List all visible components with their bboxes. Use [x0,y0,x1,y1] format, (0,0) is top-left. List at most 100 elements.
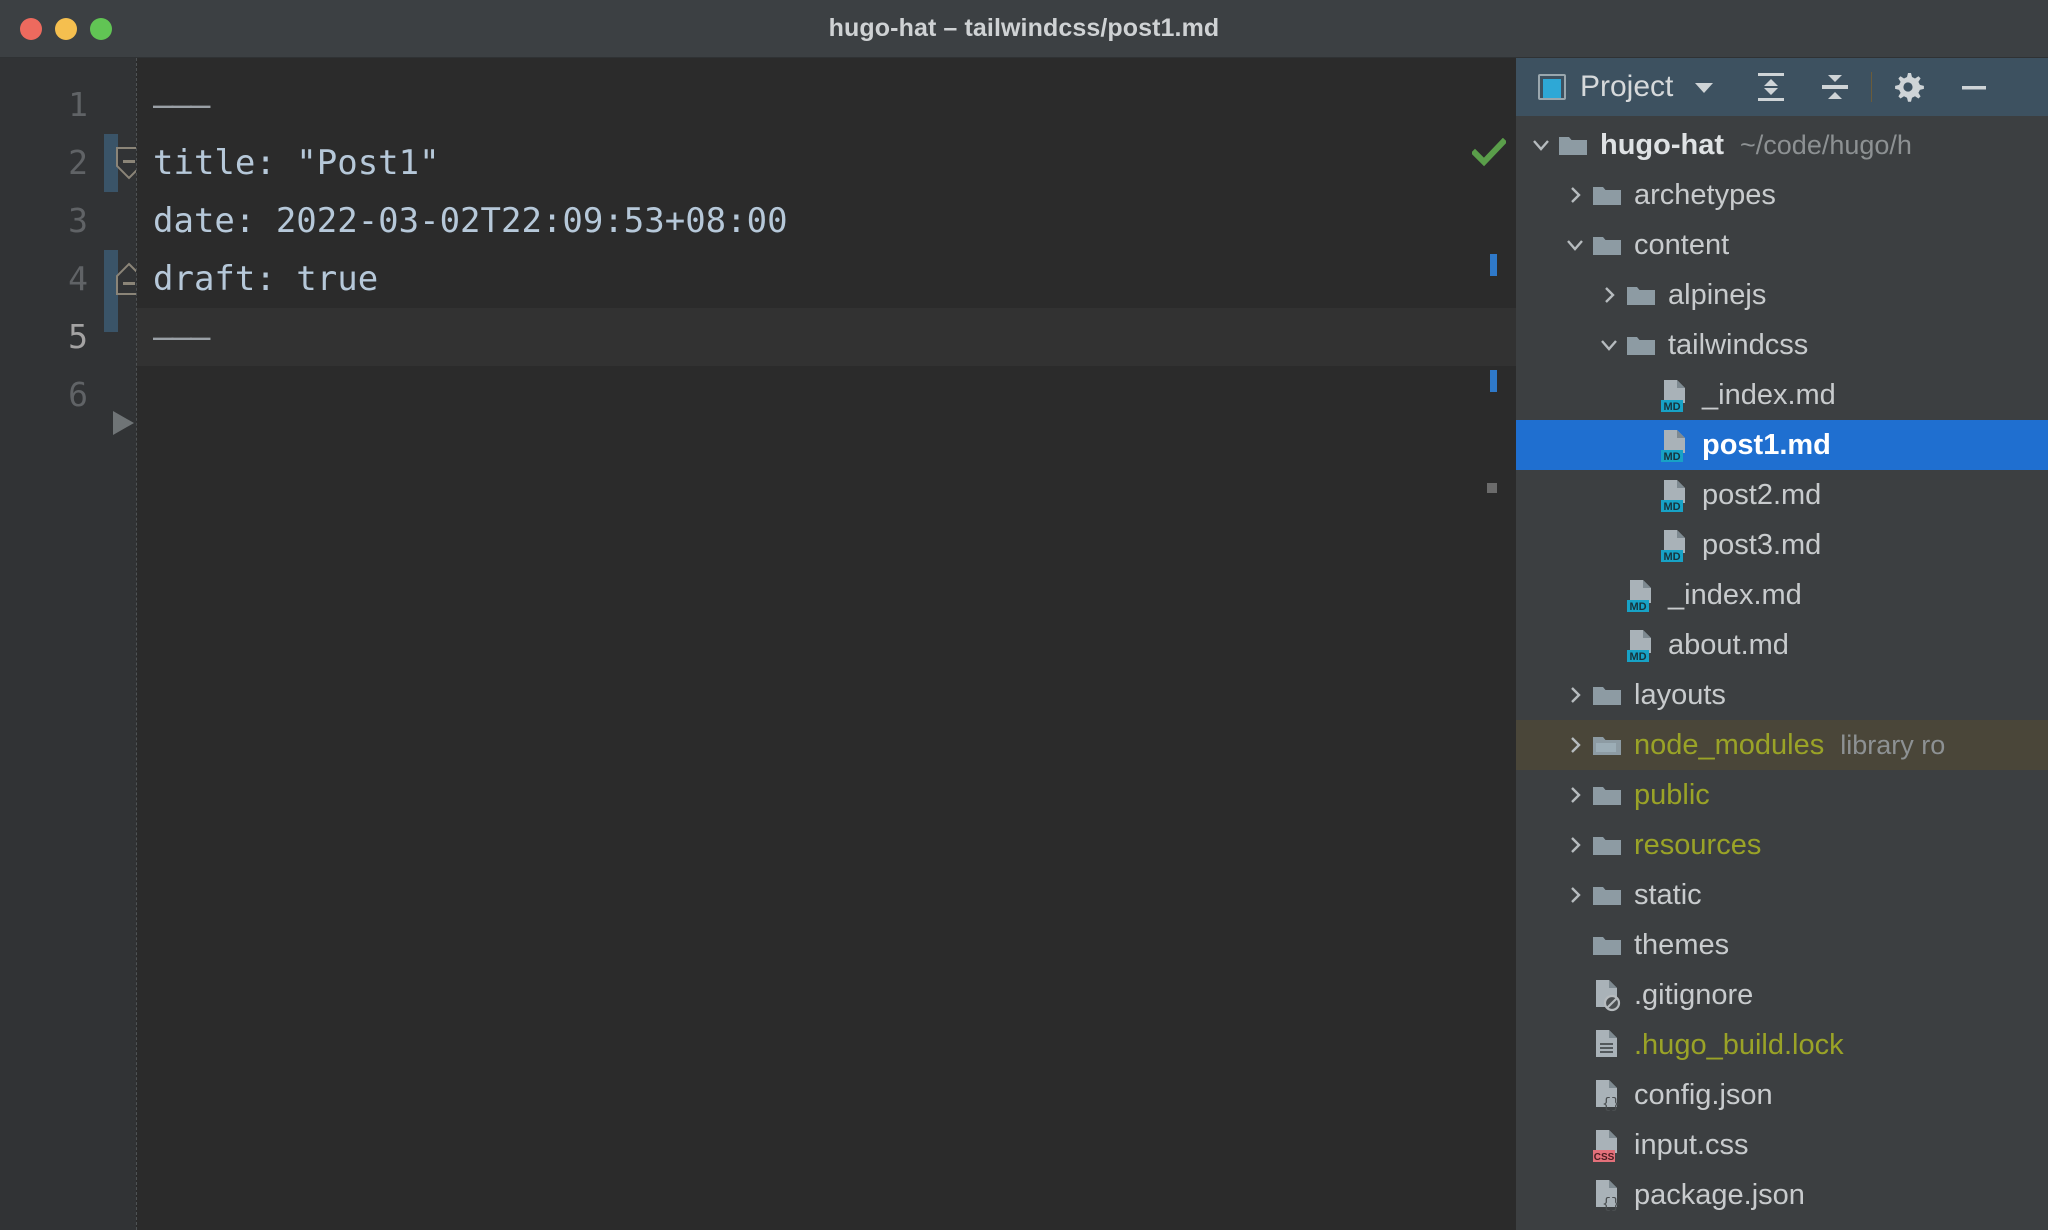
folder-icon [1592,833,1622,857]
code-line[interactable] [137,366,1516,424]
tree-label: post1.md [1702,428,1831,461]
code-line[interactable]: draft: true [137,250,1516,308]
tree-row-node-modules[interactable]: node_modules library ro [1516,720,2048,770]
markdown-file-icon: MD [1660,479,1690,513]
code-line[interactable]: title: "Post1" [137,134,1516,192]
svg-text:MD: MD [1663,551,1680,563]
folder-icon [1558,133,1588,157]
tree-row-content-index-md[interactable]: MD _index.md [1516,570,2048,620]
tree-row-config-json[interactable]: {} config.json [1516,1070,2048,1120]
tree-row-archetypes[interactable]: archetypes [1516,170,2048,220]
tree-row-package-json[interactable]: {} package.json [1516,1170,2048,1220]
tree-label: .gitignore [1634,978,1754,1011]
tree-row-layouts[interactable]: layouts [1516,670,2048,720]
window-title: hugo-hat – tailwindcss/post1.md [828,14,1220,42]
folder-icon [1592,933,1622,957]
folder-icon [1592,683,1622,707]
folder-icon [1626,333,1656,357]
tree-row-input-css[interactable]: CSS input.css [1516,1120,2048,1170]
close-button[interactable] [20,17,42,40]
tree-label: package.json [1634,1178,1805,1211]
text-file-icon [1592,1029,1622,1061]
code-line-current[interactable]: ——— [137,308,1516,366]
ide-body: 1 2 3 4 5 6 ——— title: "Post1" date: 202… [0,58,2048,1230]
tree-label: post2.md [1702,478,1822,511]
scroll-marker[interactable] [1490,254,1497,276]
chevron-down-icon[interactable] [1689,72,1719,102]
tree-row-gitignore[interactable]: .gitignore [1516,970,2048,1020]
maximize-button[interactable] [90,17,112,40]
tree-label: resources [1634,828,1762,861]
svg-text:{}: {} [1602,1196,1620,1213]
chevron-down-icon[interactable] [1524,134,1558,156]
code-line[interactable]: ——— [137,76,1516,134]
editor-marker-bar[interactable] [1470,58,1516,1230]
ide-window: hugo-hat – tailwindcss/post1.md 1 2 3 4 … [0,0,2048,1230]
chevron-right-icon[interactable] [1592,284,1626,306]
chevron-right-icon[interactable] [1558,684,1592,706]
scroll-marker[interactable] [1487,483,1497,493]
chevron-down-icon[interactable] [1558,234,1592,256]
scroll-marker[interactable] [1490,370,1497,392]
inspection-ok-checkmark-icon[interactable] [1470,137,1508,173]
tree-row-static[interactable]: static [1516,870,2048,920]
tree-row-tailwindcss[interactable]: tailwindcss [1516,320,2048,370]
minimize-button[interactable] [55,17,77,40]
tree-label: post3.md [1702,528,1822,561]
chevron-right-icon[interactable] [1558,884,1592,906]
code-text-area[interactable]: ——— title: "Post1" date: 2022-03-02T22:0… [136,58,1516,1230]
tree-label: _index.md [1702,378,1836,411]
tree-row-about-md[interactable]: MD about.md [1516,620,2048,670]
tree-row-post3-md[interactable]: MD post3.md [1516,520,2048,570]
tree-label: about.md [1668,628,1789,661]
tree-row-alpinejs[interactable]: alpinejs [1516,270,2048,320]
chevron-down-icon[interactable] [1592,334,1626,356]
tree-row-resources[interactable]: resources [1516,820,2048,870]
tree-label: _index.md [1668,578,1802,611]
tree-row-index-md[interactable]: MD _index.md [1516,370,2048,420]
editor-gutter[interactable]: 1 2 3 4 5 6 [0,58,142,1230]
tree-label: public [1634,778,1710,811]
tree-row-content[interactable]: content [1516,220,2048,270]
code-line-text: ——— [153,85,210,125]
chevron-right-icon[interactable] [1558,834,1592,856]
code-line[interactable]: date: 2022-03-02T22:09:53+08:00 [137,192,1516,250]
svg-text:MD: MD [1663,451,1680,463]
tree-label: tailwindcss [1668,328,1809,361]
folder-icon [1592,183,1622,207]
chevron-right-icon[interactable] [1558,184,1592,206]
project-panel-title: Project [1580,70,1674,103]
tree-label: hugo-hat [1600,128,1725,161]
tree-row-themes[interactable]: themes [1516,920,2048,970]
tree-label: archetypes [1634,178,1776,211]
chevron-right-icon[interactable] [1558,734,1592,756]
run-gutter-icon[interactable] [108,408,138,443]
tree-row-post1-md[interactable]: MD post1.md [1516,420,2048,470]
gear-icon[interactable] [1890,69,1926,105]
json-file-icon: {} [1592,1079,1622,1113]
chevron-right-icon[interactable] [1558,784,1592,806]
svg-text:{}: {} [1602,1096,1620,1113]
tree-row-hugo-hat[interactable]: hugo-hat ~/code/hugo/h [1516,120,2048,170]
collapse-all-icon[interactable] [1817,69,1853,105]
tree-row-hugo-build-lock[interactable]: .hugo_build.lock [1516,1020,2048,1070]
tree-label: layouts [1634,678,1726,711]
tree-row-post2-md[interactable]: MD post2.md [1516,470,2048,520]
tree-label: themes [1634,928,1730,961]
tree-label: static [1634,878,1702,911]
tree-label: input.css [1634,1128,1749,1161]
markdown-file-icon: MD [1660,429,1690,463]
tree-row-public[interactable]: public [1516,770,2048,820]
markdown-file-icon: MD [1660,379,1690,413]
tree-label: content [1634,228,1730,261]
expand-all-icon[interactable] [1753,69,1789,105]
editor-area: 1 2 3 4 5 6 ——— title: "Post1" date: 202… [0,58,1516,1230]
tree-hint: ~/code/hugo/h [1740,129,1912,160]
code-line-text: title: "Post1" [153,143,440,183]
project-file-tree[interactable]: hugo-hat ~/code/hugo/h archetypes conten… [1516,116,2048,1230]
markdown-file-icon: MD [1626,629,1656,663]
minimize-icon[interactable] [1956,69,1992,105]
line-number: 1 [68,85,88,124]
vcs-change-marker[interactable] [104,308,118,332]
folder-icon [1592,233,1622,257]
